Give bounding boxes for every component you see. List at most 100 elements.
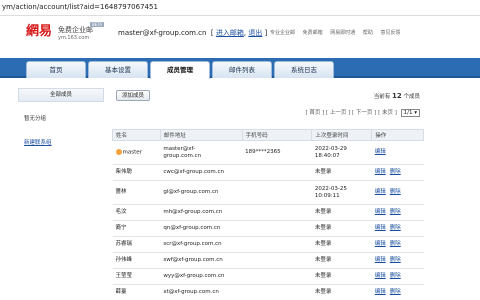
edit-link[interactable]: 编辑 xyxy=(375,189,386,195)
product-domain: ym.163.com xyxy=(58,35,90,41)
member-actions: 编辑 删除 xyxy=(371,236,424,253)
top-link-feedback[interactable]: 意见反馈 xyxy=(380,30,400,36)
account-info: master@xf-group.com.cn [ 进入邮箱, 退出 ] xyxy=(118,29,268,37)
member-last-login: 未登录 xyxy=(311,268,372,285)
member-last-login: 未登录 xyxy=(311,164,372,181)
edit-link[interactable]: 编辑 xyxy=(375,209,386,215)
member-actions: 编辑 删除 xyxy=(371,284,424,300)
pager-prev[interactable]: [ 上一页 ] xyxy=(326,110,350,116)
logout-link[interactable]: 退出 xyxy=(248,29,262,37)
member-last-login: 未登录 xyxy=(311,204,372,221)
delete-link[interactable]: 删除 xyxy=(390,209,401,215)
member-phone xyxy=(242,236,312,253)
edit-link[interactable]: 编辑 xyxy=(375,241,386,247)
member-last-login: 2022-03-25 10:09:11 xyxy=(311,180,372,205)
member-email: qn@xf-group.com.cn xyxy=(160,220,243,237)
delete-link[interactable]: 删除 xyxy=(390,189,401,195)
member-email: cwc@xf-group.com.cn xyxy=(160,164,243,181)
account-email: master@xf-group.com.cn xyxy=(118,29,207,37)
edit-link[interactable]: 编辑 xyxy=(375,257,386,263)
table-row: 柴伟聪 cwc@xf-group.com.cn 未登录 编辑 删除 xyxy=(112,164,424,181)
top-link-im[interactable]: 网易即时通 xyxy=(330,30,355,36)
url-text[interactable]: ym/action/account/list?aid=1648797067451 xyxy=(2,3,158,11)
delete-link[interactable]: 删除 xyxy=(390,257,401,263)
table-row: 王莹莹 wyy@xf-group.com.cn 未登录 编辑 删除 xyxy=(112,268,424,285)
member-name-cell: 王莹莹 xyxy=(112,268,161,285)
top-link-free[interactable]: 免费邮箱 xyxy=(303,30,323,36)
member-actions: 编辑 xyxy=(371,140,424,165)
top-link-pro[interactable]: 专业企业邮 xyxy=(270,30,295,36)
member-name: master xyxy=(122,149,142,156)
member-email: mh@xf-group.com.cn xyxy=(160,204,243,221)
col-email: 邮件地址 xyxy=(159,129,243,141)
main-nav: 首页 基本设置 成员管理 邮件列表 系统日志 xyxy=(0,58,480,79)
member-email: wyy@xf-group.com.cn xyxy=(160,268,243,285)
member-actions: 编辑 删除 xyxy=(371,180,424,205)
member-name-cell: 蔷林 xyxy=(112,180,161,205)
delete-link[interactable]: 删除 xyxy=(390,273,401,279)
col-phone: 手机号码 xyxy=(241,129,313,141)
member-phone xyxy=(242,164,312,181)
sidebar-item-all-members[interactable]: 全部成员 xyxy=(18,88,104,102)
member-phone xyxy=(242,220,312,237)
pager-first[interactable]: [ 首页 ] xyxy=(305,110,324,116)
member-actions: 编辑 删除 xyxy=(371,204,424,221)
table-row: 裔宁 qn@xf-group.com.cn 未登录 编辑 删除 xyxy=(112,220,424,237)
member-actions: 编辑 删除 xyxy=(371,220,424,237)
new-group-link[interactable]: 新建联系组 xyxy=(18,138,110,146)
enter-mail-link[interactable]: 进入邮箱 xyxy=(216,29,244,37)
edit-link[interactable]: 编辑 xyxy=(375,149,386,155)
tab-mailing-list[interactable]: 邮件列表 xyxy=(212,61,272,78)
member-phone xyxy=(242,252,312,269)
delete-link[interactable]: 删除 xyxy=(390,289,401,295)
edit-link[interactable]: 编辑 xyxy=(375,273,386,279)
tab-basic-settings[interactable]: 基本设置 xyxy=(88,61,148,78)
table-row: 孙伟峰 swf@xf-group.com.cn 未登录 编辑 删除 xyxy=(112,252,424,269)
member-count: 当前有 12 个成员 xyxy=(374,92,420,100)
address-bar[interactable]: ym/action/account/list?aid=1648797067451 xyxy=(0,0,480,16)
member-name: 薛薹 xyxy=(115,289,127,295)
table-row: 蔷林 gl@xf-group.com.cn 2022-03-25 10:09:11 编… xyxy=(112,180,424,205)
netease-logo[interactable]: 網易 xyxy=(26,24,56,40)
table-header: 姓名 邮件地址 手机号码 上次登录时间 操作 xyxy=(112,129,424,141)
member-phone xyxy=(242,180,312,205)
delete-link[interactable]: 删除 xyxy=(390,169,401,175)
sidebar-item-no-group[interactable]: 暂无分组 xyxy=(18,114,110,122)
add-member-button[interactable]: 添加成员 xyxy=(116,90,151,101)
member-email: swf@xf-group.com.cn xyxy=(160,252,243,269)
tab-member-management[interactable]: 成员管理 xyxy=(150,61,210,79)
member-actions: 编辑 删除 xyxy=(371,268,424,285)
member-name-cell: 毛汶 xyxy=(112,204,161,221)
user-avatar-icon xyxy=(115,148,122,155)
member-name: 裔宁 xyxy=(115,225,127,231)
top-link-help[interactable]: 帮助 xyxy=(363,30,373,36)
pager-last[interactable]: [ 末页 ] xyxy=(378,110,397,116)
member-email: scr@xf-group.com.cn xyxy=(160,236,243,253)
tab-home[interactable]: 首页 xyxy=(26,61,86,78)
edit-link[interactable]: 编辑 xyxy=(375,169,386,175)
member-name: 苏睿瑞 xyxy=(115,241,133,247)
sidebar: 全部成员 暂无分组 新建联系组 xyxy=(18,88,110,300)
edit-link[interactable]: 编辑 xyxy=(375,289,386,295)
member-count-value: 12 xyxy=(391,92,402,100)
col-name: 姓名 xyxy=(112,129,161,141)
member-actions: 编辑 删除 xyxy=(371,164,424,181)
member-phone xyxy=(242,204,312,221)
member-phone xyxy=(242,284,312,300)
pager-next[interactable]: [ 下一页 ] xyxy=(352,110,376,116)
member-email: gl@xf-group.com.cn xyxy=(160,180,243,205)
col-last-login: 上次登录时间 xyxy=(311,129,373,141)
delete-link[interactable]: 删除 xyxy=(390,241,401,247)
page-select-value: 1/1 xyxy=(403,110,413,116)
member-phone: 189****2365 xyxy=(242,140,312,165)
member-last-login: 未登录 xyxy=(311,220,372,237)
member-name-cell: 柴伟聪 xyxy=(112,164,161,181)
member-email: xt@xf-group.com.cn xyxy=(160,284,243,300)
page-select[interactable]: 1/1 ▾ xyxy=(400,109,420,117)
edit-link[interactable]: 编辑 xyxy=(375,225,386,231)
delete-link[interactable]: 删除 xyxy=(390,225,401,231)
member-email: master@xf- group.com.cn xyxy=(160,140,243,165)
member-name-cell: 孙伟峰 xyxy=(112,252,161,269)
table-row: 毛汶 mh@xf-group.com.cn 未登录 编辑 删除 xyxy=(112,204,424,221)
tab-system-log[interactable]: 系统日志 xyxy=(274,61,334,78)
